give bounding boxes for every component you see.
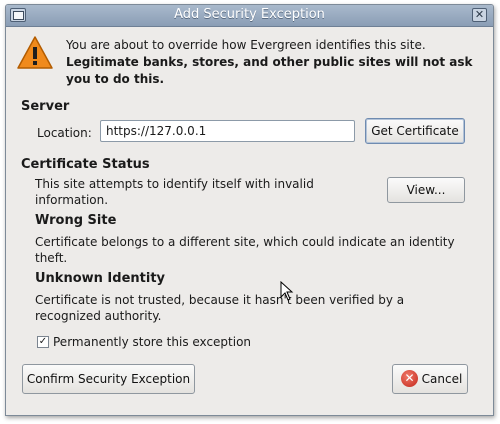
wrong-site-text: Certificate belongs to a different site,…: [35, 235, 455, 265]
unknown-identity-heading: Unknown Identity: [35, 271, 166, 286]
wrong-site-heading: Wrong Site: [35, 213, 117, 228]
permanent-store-checkbox[interactable]: ✓: [37, 336, 49, 348]
get-certificate-button[interactable]: Get Certificate: [365, 118, 465, 144]
server-heading: Server: [21, 99, 70, 114]
warning-icon: [17, 36, 53, 69]
permanent-store-label[interactable]: Permanently store this exception: [53, 334, 251, 350]
cancel-icon: ✕: [401, 370, 418, 387]
dialog-window: Add Security Exception ✕ You are about t…: [5, 4, 494, 416]
certificate-status-text: This site attempts to identify itself wi…: [35, 177, 314, 207]
certificate-status-heading: Certificate Status: [21, 157, 150, 172]
mouse-pointer-icon: [280, 281, 294, 301]
location-label: Location:: [37, 126, 92, 140]
location-input[interactable]: https://127.0.0.1: [100, 120, 355, 142]
close-icon[interactable]: ✕: [472, 8, 487, 22]
confirm-security-exception-button[interactable]: Confirm Security Exception: [22, 364, 195, 394]
view-certificate-button[interactable]: View...: [387, 177, 465, 203]
title-bar[interactable]: Add Security Exception ✕: [6, 5, 493, 27]
intro-message: You are about to override how Evergreen …: [66, 37, 481, 88]
intro-text: You are about to override how Evergreen …: [66, 38, 426, 52]
cancel-button[interactable]: ✕ Cancel: [392, 364, 468, 394]
window-title: Add Security Exception: [174, 7, 325, 22]
intro-warning: Legitimate banks, stores, and other publ…: [66, 55, 473, 86]
unknown-identity-text: Certificate is not trusted, because it h…: [35, 293, 405, 323]
